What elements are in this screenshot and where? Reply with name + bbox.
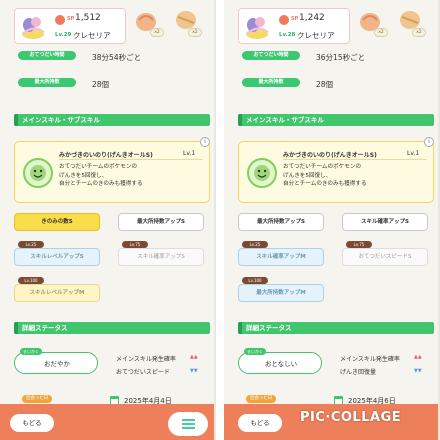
sub-skill-4[interactable]: おてつだいスピードS bbox=[342, 248, 428, 266]
berry-count-badge: x2 bbox=[412, 28, 426, 37]
sub-skill-lock-badge: Lv.75 bbox=[346, 241, 372, 248]
nature-tag: せいかく bbox=[20, 348, 42, 355]
sub-skill-lock-badge: Lv.100 bbox=[242, 277, 268, 284]
pokemon-name: クレセリア bbox=[73, 31, 111, 40]
berry-icon bbox=[176, 11, 196, 29]
berry-count-badge: x2 bbox=[150, 28, 164, 37]
nature-down-effect: おてつだいスピード bbox=[116, 369, 170, 376]
sp-label: SP bbox=[67, 16, 75, 22]
sub-skill-3[interactable]: スキル確率アップM bbox=[238, 248, 324, 266]
section-header-details: 詳細ステータス bbox=[14, 322, 210, 334]
sp-value: 1,242 bbox=[299, 13, 325, 23]
left-screenshot: SP 1,512 Lv.29 クレセリア x2 x2 おてつだい時間 38分54… bbox=[0, 0, 216, 440]
nature-value: おだやか bbox=[44, 360, 70, 368]
main-skill-name: みかづきのいのり(げんきオールS) bbox=[283, 152, 377, 159]
sub-skill-lock-badge: Lv.100 bbox=[18, 277, 44, 284]
nature-value: おとなしい bbox=[264, 360, 298, 368]
max-carry-label: 最大所持数 bbox=[242, 78, 300, 87]
help-time-label: おてつだい時間 bbox=[18, 51, 76, 60]
sp-label: SP bbox=[291, 16, 299, 22]
sub-skill-1[interactable]: きのみの数S bbox=[14, 213, 100, 231]
divider bbox=[59, 159, 203, 160]
help-time-value: 38分54秒ごと bbox=[92, 53, 142, 62]
section-header-skills: メインスキル・サブスキル bbox=[14, 114, 210, 126]
sub-skill-5[interactable]: 最大所持数アップM bbox=[238, 284, 324, 302]
section-header-skills: メインスキル・サブスキル bbox=[238, 114, 434, 126]
sub-skill-4[interactable]: スキル確率アップS bbox=[118, 248, 204, 266]
berry-count-badge: x2 bbox=[188, 28, 202, 37]
pokemon-header-card: SP 1,512 Lv.29 クレセリア bbox=[14, 8, 126, 44]
main-skill-name: みかづきのいのり(げんきオールS) bbox=[59, 152, 153, 159]
nature-up-effect: メインスキル発生確率 bbox=[116, 356, 176, 363]
max-carry-label: 最大所持数 bbox=[18, 78, 76, 87]
bottom-bar: もどる bbox=[0, 404, 214, 440]
pokemon-name: クレセリア bbox=[297, 31, 335, 40]
max-carry-value: 28個 bbox=[92, 80, 110, 89]
level: Lv.29 bbox=[55, 32, 72, 38]
sp-icon bbox=[279, 15, 289, 25]
menu-icon bbox=[182, 419, 195, 421]
sub-skill-3[interactable]: スキルレベルアップS bbox=[14, 248, 100, 266]
main-skill-card[interactable]: みかづきのいのり(げんきオールS) Lv.1 おてつだいチームのポケモンの げん… bbox=[238, 141, 434, 203]
info-icon[interactable]: i bbox=[200, 137, 210, 147]
nature-tag: せいかく bbox=[244, 348, 266, 355]
nature-down-effect: げんき回復量 bbox=[340, 369, 377, 376]
sp-value: 1,512 bbox=[75, 13, 101, 23]
main-skill-description: おてつだいチームのポケモンの げんきを5回復し、 自分とチームのきのみも獲得する bbox=[283, 164, 367, 187]
help-time-label: おてつだい時間 bbox=[242, 51, 300, 60]
sub-skill-1[interactable]: 最大所持数アップS bbox=[238, 213, 324, 231]
main-skill-level: Lv.1 bbox=[407, 150, 420, 157]
menu-button[interactable] bbox=[168, 412, 208, 436]
right-screenshot: SP 1,242 Lv.28 クレセリア x2 x2 おてつだい時間 36分15… bbox=[224, 0, 440, 440]
level: Lv.28 bbox=[279, 32, 296, 38]
berry-count-badge: x2 bbox=[374, 28, 388, 37]
berry-icon bbox=[400, 11, 420, 29]
sub-skill-5[interactable]: スキルレベルアップM bbox=[14, 284, 100, 302]
main-skill-icon bbox=[23, 158, 53, 188]
sub-skill-lock-badge: Lv.75 bbox=[122, 241, 148, 248]
main-skill-level: Lv.1 bbox=[183, 150, 196, 157]
pokemon-image bbox=[22, 17, 45, 39]
down-arrows-icon: ▼▼ bbox=[190, 368, 198, 374]
back-button[interactable]: もどる bbox=[10, 414, 54, 432]
main-skill-description: おてつだいチームのポケモンの げんきを5回復し、 自分とチームのきのみも獲得する bbox=[59, 164, 143, 187]
nature-box: おとなしい bbox=[238, 352, 322, 374]
nature-up-effect: メインスキル発生確率 bbox=[340, 356, 400, 363]
section-header-details: 詳細ステータス bbox=[238, 322, 434, 334]
sub-skill-2[interactable]: スキル確率アップS bbox=[342, 213, 428, 231]
collage-divider bbox=[216, 0, 224, 440]
help-time-value: 36分15秒ごと bbox=[316, 53, 366, 62]
up-arrows-icon: ▲▲ bbox=[190, 354, 198, 360]
back-button[interactable]: もどる bbox=[238, 414, 282, 432]
sp-icon bbox=[55, 15, 65, 25]
collage-watermark: PIC·COLLAGE bbox=[300, 410, 402, 425]
sub-skill-lock-badge: Lv.25 bbox=[18, 241, 44, 248]
nature-box: おだやか bbox=[14, 352, 98, 374]
met-date-tag: 出会った日 bbox=[22, 395, 52, 403]
sub-skill-lock-badge: Lv.25 bbox=[242, 241, 268, 248]
main-skill-card[interactable]: みかづきのいのり(げんきオールS) Lv.1 おてつだいチームのポケモンの げん… bbox=[14, 141, 210, 203]
info-icon[interactable]: i bbox=[424, 137, 434, 147]
divider bbox=[283, 159, 427, 160]
met-date-tag: 出会った日 bbox=[246, 395, 276, 403]
pokemon-image bbox=[246, 17, 269, 39]
down-arrows-icon: ▼▼ bbox=[414, 368, 422, 374]
up-arrows-icon: ▲▲ bbox=[414, 354, 422, 360]
max-carry-value: 28個 bbox=[316, 80, 334, 89]
main-skill-icon bbox=[247, 158, 277, 188]
pokemon-header-card: SP 1,242 Lv.28 クレセリア bbox=[238, 8, 350, 44]
sub-skill-2[interactable]: 最大所持数アップS bbox=[118, 213, 204, 231]
